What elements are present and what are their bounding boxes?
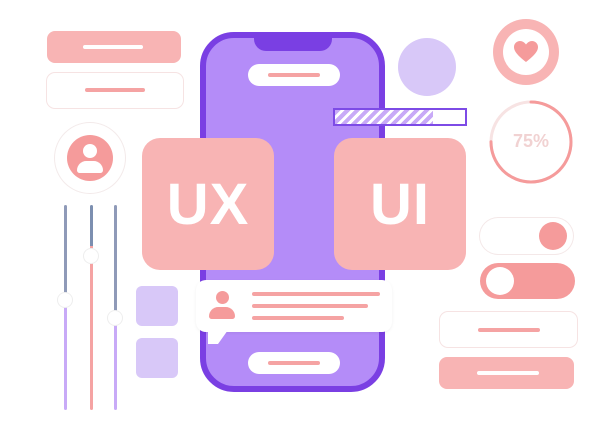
progress-fill	[335, 110, 433, 124]
ui-ux-illustration: 75% UX UI	[0, 0, 591, 422]
slider-track-3[interactable]	[114, 205, 117, 410]
top-left-white-bar[interactable]	[47, 73, 183, 108]
profile-badge[interactable]	[55, 123, 125, 193]
heart-badge[interactable]	[493, 19, 559, 85]
ui-card-label: UI	[370, 171, 430, 237]
vertical-sliders	[58, 205, 128, 410]
lavender-tile-1[interactable]	[136, 286, 178, 326]
heart-icon	[514, 41, 538, 62]
lavender-circle	[398, 38, 456, 96]
chat-line-3	[252, 316, 344, 320]
slider-knob-2[interactable]	[84, 249, 98, 263]
slider-track-1[interactable]	[64, 205, 67, 410]
toggle-switch-bottom[interactable]	[480, 263, 575, 299]
slider-knob-1[interactable]	[58, 293, 72, 307]
lavender-tile-2[interactable]	[136, 338, 178, 378]
chat-bubble[interactable]	[196, 280, 392, 332]
right-pink-bar[interactable]	[439, 357, 574, 389]
chat-line-2	[252, 304, 368, 308]
ux-card-label: UX	[166, 171, 250, 237]
right-white-bar[interactable]	[440, 312, 577, 347]
slider-track-2[interactable]	[90, 205, 93, 410]
toggle-switch-top[interactable]	[480, 218, 573, 254]
slider-knob-3[interactable]	[108, 311, 122, 325]
progress-ring: 75%	[486, 97, 576, 187]
phone-header-pill[interactable]	[248, 64, 340, 86]
progress-bar[interactable]	[333, 108, 467, 126]
ux-card[interactable]: UX	[142, 138, 274, 270]
progress-ring-label: 75%	[512, 131, 550, 151]
toggle-knob-bottom	[486, 267, 514, 295]
toggle-knob-top	[539, 222, 567, 250]
ui-card[interactable]: UI	[334, 138, 466, 270]
phone-notch	[254, 37, 332, 51]
user-icon	[67, 135, 113, 181]
user-avatar-icon	[206, 290, 238, 322]
phone-footer-pill[interactable]	[248, 352, 340, 374]
chat-line-1	[252, 292, 380, 296]
chat-bubble-tail	[208, 330, 228, 344]
top-left-pink-bar[interactable]	[47, 31, 181, 63]
